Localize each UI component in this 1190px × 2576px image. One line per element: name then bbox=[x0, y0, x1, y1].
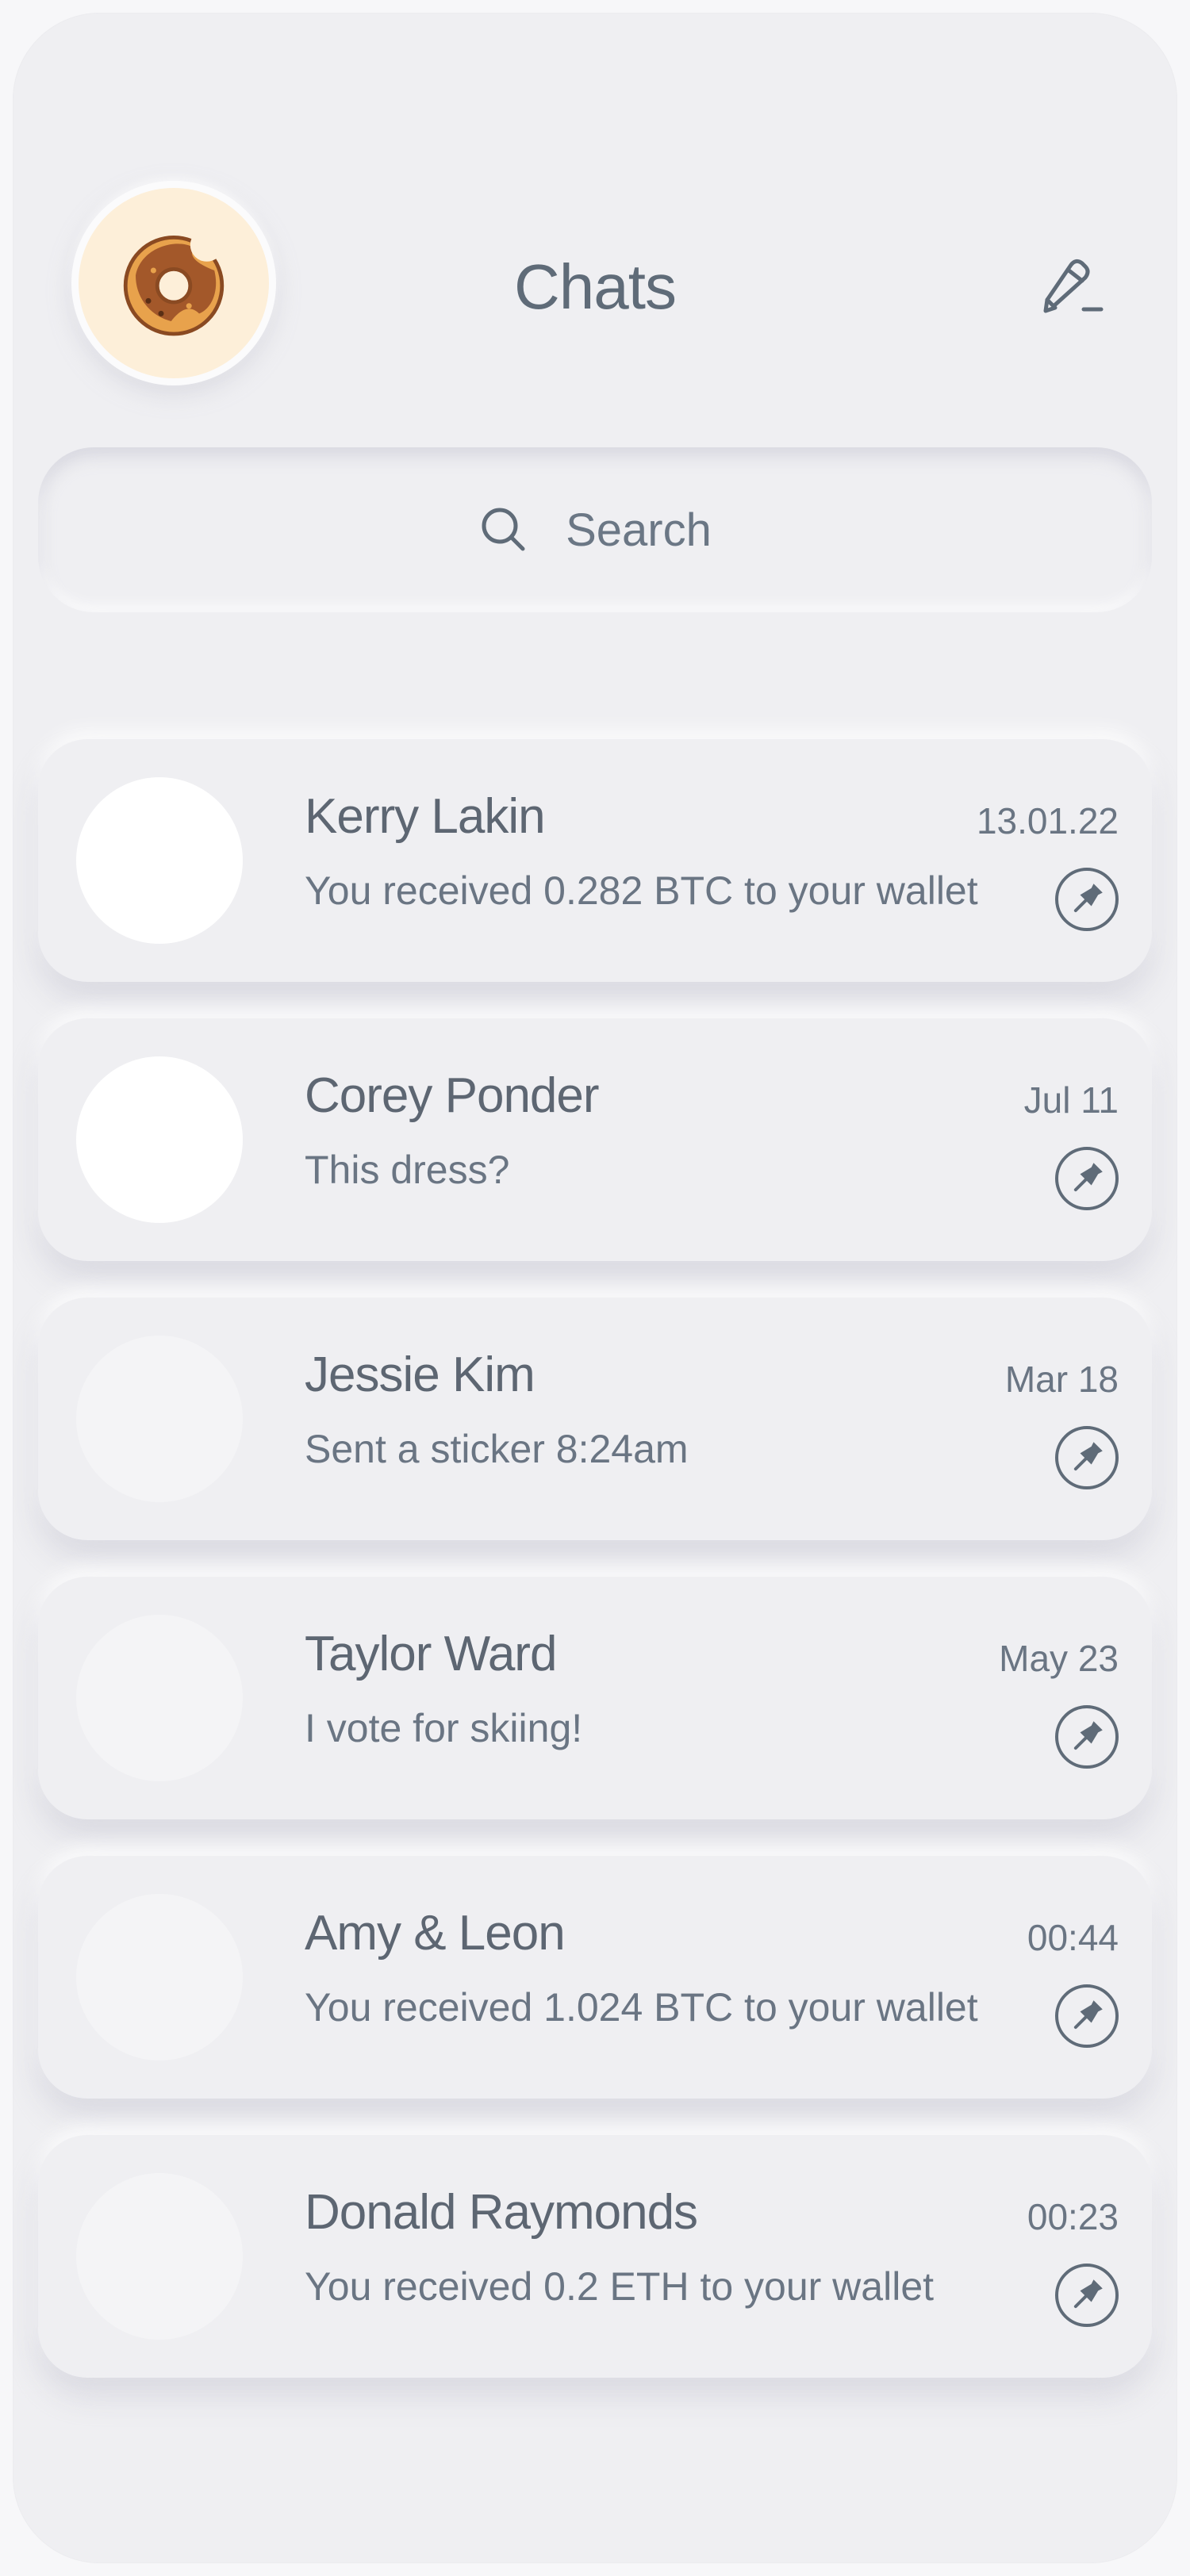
chat-preview: I vote for skiing! bbox=[305, 1706, 583, 1750]
chat-name: Amy & Leon bbox=[305, 1906, 566, 1961]
chat-list-item[interactable]: Jessie Kim Sent a sticker 8:24am Mar 18 bbox=[38, 1298, 1152, 1540]
search-input[interactable]: Search bbox=[38, 447, 1152, 612]
chat-preview: Sent a sticker 8:24am bbox=[305, 1427, 689, 1471]
chat-name: Jessie Kim bbox=[305, 1347, 536, 1402]
chat-time: May 23 bbox=[999, 1638, 1119, 1679]
chat-list-item[interactable]: Kerry Lakin You received 0.282 BTC to yo… bbox=[38, 739, 1152, 982]
chat-time: Jul 11 bbox=[1023, 1079, 1119, 1121]
search-icon bbox=[482, 508, 525, 551]
pin-icon[interactable] bbox=[1054, 866, 1120, 933]
chat-avatar bbox=[76, 1056, 243, 1223]
chat-name: Taylor Ward bbox=[305, 1627, 557, 1681]
chat-avatar bbox=[76, 1336, 243, 1502]
chat-name: Kerry Lakin bbox=[305, 789, 546, 844]
chat-list-item[interactable]: Corey Ponder This dress? Jul 11 bbox=[38, 1018, 1152, 1261]
pin-icon[interactable] bbox=[1054, 1704, 1120, 1770]
chat-name: Corey Ponder bbox=[305, 1068, 600, 1123]
pin-icon[interactable] bbox=[1054, 1145, 1120, 1212]
chat-list-item[interactable]: Taylor Ward I vote for skiing! May 23 bbox=[38, 1577, 1152, 1819]
chat-preview: This dress? bbox=[305, 1148, 510, 1192]
chat-list-item[interactable]: Donald Raymonds You received 0.2 ETH to … bbox=[38, 2135, 1152, 2378]
chat-avatar bbox=[76, 2173, 243, 2340]
compose-button[interactable] bbox=[1036, 251, 1107, 322]
pin-icon[interactable] bbox=[1054, 2262, 1120, 2329]
pin-icon[interactable] bbox=[1054, 1424, 1120, 1491]
pencil-icon bbox=[1043, 259, 1104, 313]
chat-time: 13.01.22 bbox=[976, 800, 1119, 841]
chat-preview: You received 0.282 BTC to your wallet bbox=[305, 868, 978, 913]
page-title: Chats bbox=[514, 251, 677, 322]
chat-avatar bbox=[76, 1894, 243, 2060]
chat-screen: Chats Search Kerry Lakin You received 0.… bbox=[13, 13, 1177, 2563]
chat-time: 00:23 bbox=[1027, 2196, 1119, 2237]
chat-time: 00:44 bbox=[1027, 1917, 1119, 1958]
chat-name: Donald Raymonds bbox=[305, 2185, 698, 2240]
chat-avatar bbox=[76, 777, 243, 944]
chat-preview: You received 1.024 BTC to your wallet bbox=[305, 1985, 978, 2030]
chat-time: Mar 18 bbox=[1004, 1359, 1119, 1400]
chat-avatar bbox=[76, 1615, 243, 1781]
pin-icon[interactable] bbox=[1054, 1983, 1120, 2049]
chat-list-item[interactable]: Amy & Leon You received 1.024 BTC to you… bbox=[38, 1856, 1152, 2099]
search-placeholder: Search bbox=[566, 504, 712, 556]
chat-preview: You received 0.2 ETH to your wallet bbox=[305, 2264, 935, 2309]
